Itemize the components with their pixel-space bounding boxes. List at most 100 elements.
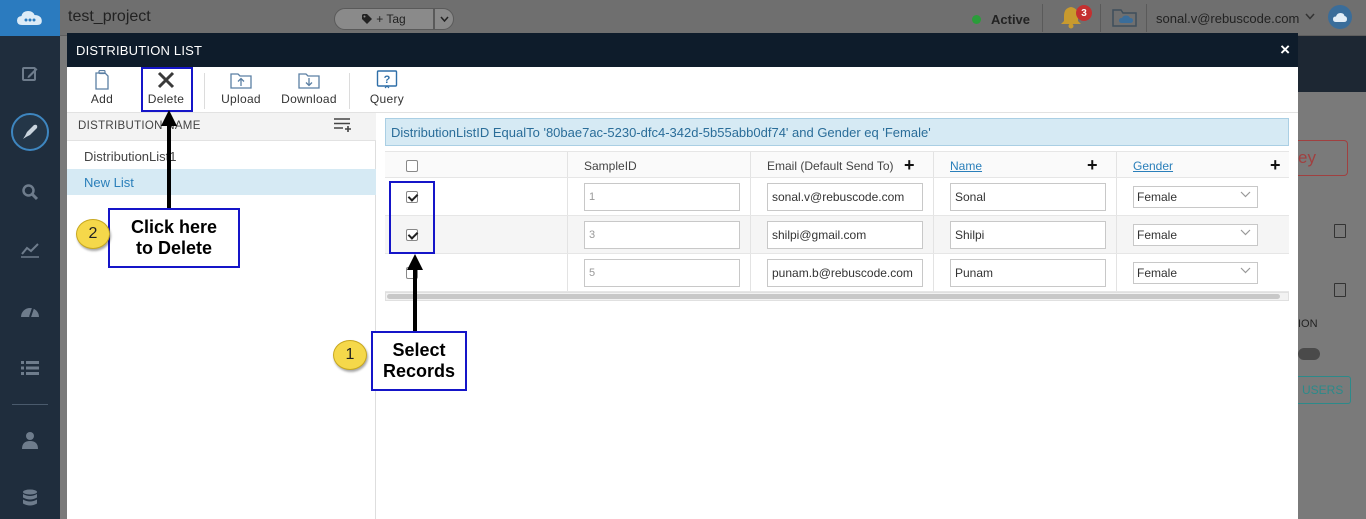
download-button[interactable]: Download xyxy=(277,67,341,113)
email-field[interactable]: shilpi@gmail.com xyxy=(767,221,923,249)
avatar[interactable] xyxy=(1328,5,1352,29)
email-field[interactable]: punam.b@rebuscode.com xyxy=(767,259,923,287)
name-field[interactable]: Punam xyxy=(950,259,1106,287)
document-icon xyxy=(1334,283,1346,297)
search-nav-icon[interactable] xyxy=(0,172,60,212)
upload-button[interactable]: Upload xyxy=(218,67,264,113)
background-panel xyxy=(1296,36,1366,92)
upload-label: Upload xyxy=(221,92,261,106)
table-row: 5 punam.b@rebuscode.com Punam Female xyxy=(385,254,1289,292)
sort-list-icon[interactable] xyxy=(333,117,353,136)
gender-select[interactable]: Female xyxy=(1133,186,1258,208)
folder-button[interactable] xyxy=(1112,7,1138,32)
rocket-nav-icon[interactable] xyxy=(0,112,60,152)
svg-text:?: ? xyxy=(384,74,391,86)
distribution-list-modal: DISTRIBUTION LIST × Add Delete Upload Do… xyxy=(67,33,1298,519)
query-button[interactable]: ? Query xyxy=(367,67,407,113)
toolbar-divider xyxy=(349,73,350,109)
chevron-down-icon xyxy=(1305,13,1315,20)
folder-cloud-icon xyxy=(1112,9,1137,27)
modal-title: DISTRIBUTION LIST xyxy=(76,43,203,58)
database-nav-icon[interactable] xyxy=(0,478,60,518)
document-icon xyxy=(1334,224,1346,238)
table-row: 3 shilpi@gmail.com Shilpi Female xyxy=(385,216,1289,254)
list-nav-icon[interactable] xyxy=(0,348,60,388)
arrow-up-icon xyxy=(161,110,177,126)
tag-icon xyxy=(362,14,373,24)
scrollbar-thumb[interactable] xyxy=(387,294,1280,299)
add-name-column-icon[interactable]: + xyxy=(1087,156,1098,174)
download-label: Download xyxy=(281,92,337,106)
modal-toolbar: Add Delete Upload Download ? Query xyxy=(67,67,1298,113)
gender-value: Female xyxy=(1137,228,1178,242)
rail-divider xyxy=(12,404,48,405)
add-tag-button[interactable]: + Tag xyxy=(334,8,434,30)
arrow-up-icon xyxy=(407,254,423,270)
user-menu-chevron[interactable] xyxy=(1305,11,1315,23)
background-toggle xyxy=(1298,348,1320,360)
list-item[interactable]: DistributionList1 xyxy=(67,143,376,169)
sampleid-field: 1 xyxy=(584,183,740,211)
notification-count-badge: 3 xyxy=(1076,5,1092,21)
table-row: 1 sonal.v@rebuscode.com Sonal Female xyxy=(385,178,1289,216)
query-label: Query xyxy=(369,92,405,106)
download-icon xyxy=(298,73,320,89)
name-header[interactable]: Name xyxy=(950,159,982,173)
tag-dropdown-button[interactable] xyxy=(434,8,454,30)
top-header: test_project + Tag Active 3 sonal.v@rebu… xyxy=(60,0,1366,36)
background-label: ION xyxy=(1298,318,1318,330)
arrow-to-checkboxes xyxy=(413,268,417,333)
sampleid-field: 3 xyxy=(584,221,740,249)
delete-highlight-box xyxy=(141,67,193,112)
edit-nav-icon[interactable] xyxy=(0,54,60,94)
horizontal-scrollbar[interactable] xyxy=(385,292,1289,301)
add-label: Add xyxy=(90,92,114,106)
chart-nav-icon[interactable] xyxy=(0,230,60,270)
gender-value: Female xyxy=(1137,266,1178,280)
arrow-to-delete xyxy=(167,124,171,210)
delete-callout-line2: to Delete xyxy=(135,238,213,258)
modal-header: DISTRIBUTION LIST × xyxy=(67,33,1298,67)
email-header: Email (Default Send To) xyxy=(767,159,894,173)
delete-callout: Click here to Delete xyxy=(108,208,240,268)
user-menu[interactable]: sonal.v@rebuscode.com xyxy=(1156,11,1299,26)
add-file-icon xyxy=(95,70,109,90)
gender-header[interactable]: Gender xyxy=(1133,159,1173,173)
gender-select[interactable]: Female xyxy=(1133,224,1258,246)
email-field[interactable]: sonal.v@rebuscode.com xyxy=(767,183,923,211)
chevron-down-icon xyxy=(439,16,449,22)
dashboard-nav-icon[interactable] xyxy=(0,290,60,330)
tag-label: + Tag xyxy=(376,12,406,26)
toolbar-divider xyxy=(204,73,205,109)
user-nav-icon[interactable] xyxy=(0,420,60,460)
chevron-down-icon xyxy=(1240,191,1251,198)
checkbox-highlight-box xyxy=(389,181,435,254)
sampleid-field: 5 xyxy=(584,259,740,287)
add-gender-column-icon[interactable]: + xyxy=(1270,156,1281,174)
select-callout-line1: Select xyxy=(392,340,446,360)
list-item-selected[interactable]: New List xyxy=(67,169,376,195)
gender-select[interactable]: Female xyxy=(1133,262,1258,284)
add-button[interactable]: Add xyxy=(85,67,119,113)
close-modal-button[interactable]: × xyxy=(1280,41,1290,58)
name-field[interactable]: Shilpi xyxy=(950,221,1106,249)
cloud-avatar-icon xyxy=(1333,12,1347,22)
header-divider xyxy=(1146,4,1147,32)
query-filter-bar[interactable]: DistributionListID EqualTo '80bae7ac-523… xyxy=(385,118,1289,146)
app-logo[interactable] xyxy=(0,0,60,36)
name-field[interactable]: Sonal xyxy=(950,183,1106,211)
status-dot xyxy=(972,15,981,24)
select-all-checkbox[interactable] xyxy=(406,160,418,172)
select-callout-line2: Records xyxy=(382,361,456,381)
upload-icon xyxy=(230,73,252,89)
screen: test_project + Tag Active 3 sonal.v@rebu… xyxy=(0,0,1366,519)
gender-value: Female xyxy=(1137,190,1178,204)
sampleid-header: SampleID xyxy=(584,159,637,173)
project-title: test_project xyxy=(68,8,151,25)
delete-callout-line1: Click here xyxy=(130,217,218,237)
step-2-badge: 2 xyxy=(76,219,110,249)
background-key-button: ey xyxy=(1296,140,1348,176)
add-email-column-icon[interactable]: + xyxy=(904,156,915,174)
distribution-name-title: DISTRIBUTION NAME xyxy=(78,120,201,132)
step-1-badge: 1 xyxy=(333,340,367,370)
